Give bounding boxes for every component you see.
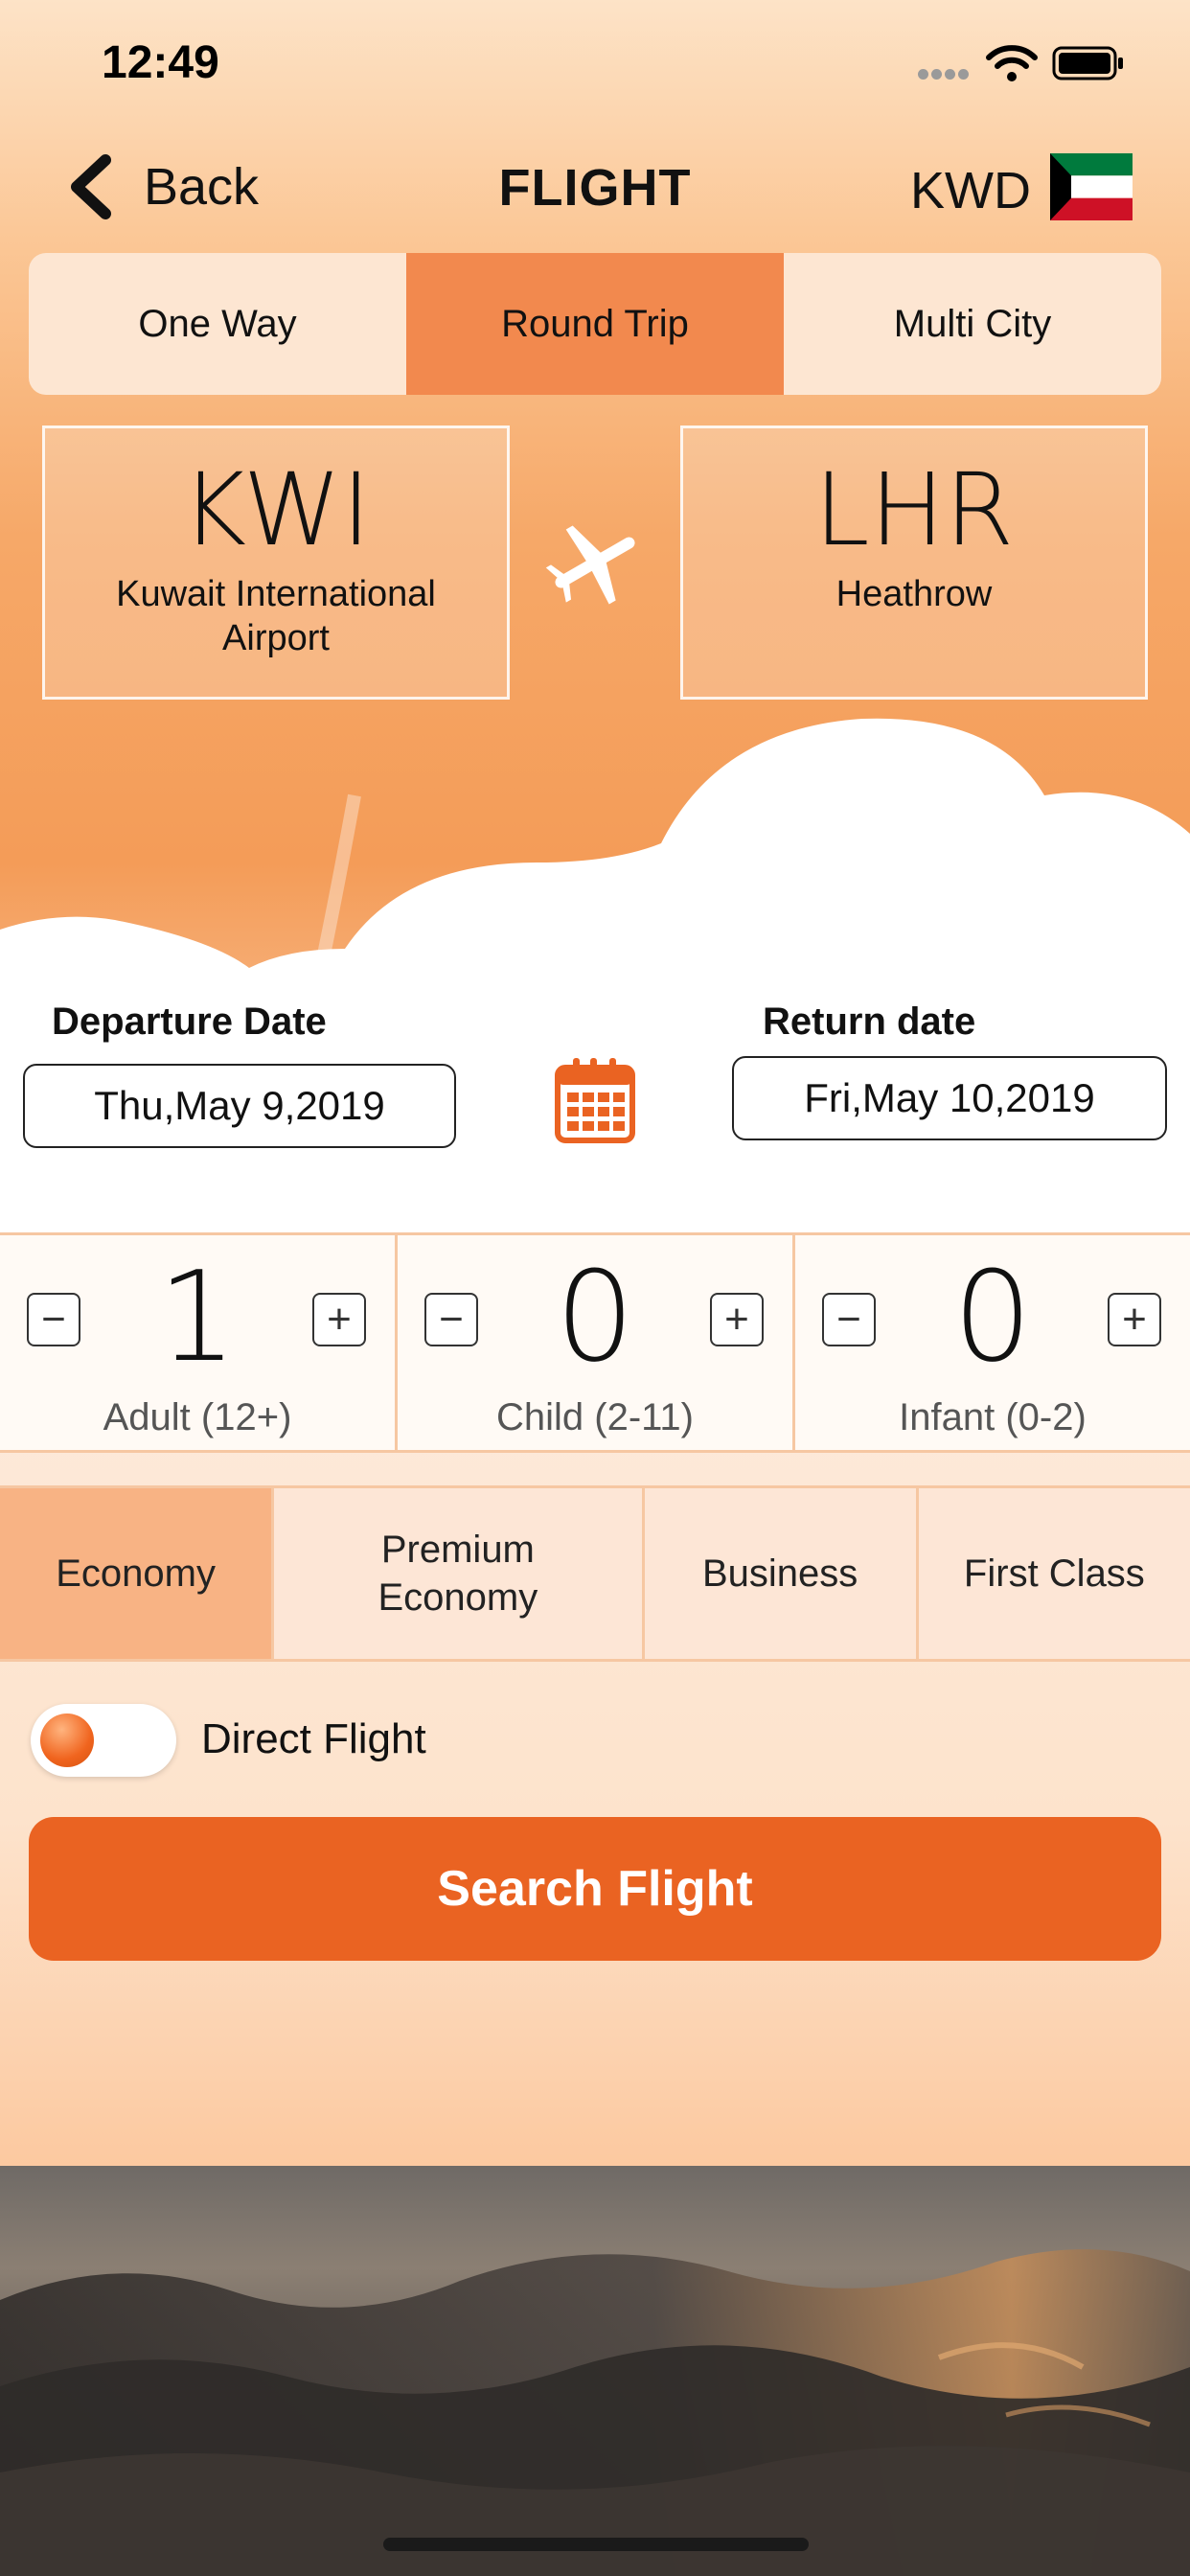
direct-flight-label: Direct Flight <box>201 1715 426 1762</box>
destination-airport-card[interactable]: LHR Heathrow <box>680 426 1148 700</box>
infant-label: Infant (0-2) <box>899 1396 1087 1438</box>
kuwait-flag-icon[interactable] <box>1050 153 1133 220</box>
status-time: 12:49 <box>102 37 219 88</box>
cabin-economy[interactable]: Economy <box>0 1488 275 1659</box>
child-increment-button[interactable]: + <box>710 1293 764 1346</box>
adult-counter: − 1 + Adult (12+) <box>0 1235 398 1450</box>
infant-increment-button[interactable]: + <box>1108 1293 1161 1346</box>
ocean-background-image <box>0 2166 1190 2576</box>
search-flight-button[interactable]: Search Flight <box>29 1817 1161 1961</box>
airplane-icon <box>545 525 635 605</box>
home-indicator <box>383 2538 809 2551</box>
tab-one-way[interactable]: One Way <box>29 253 406 395</box>
status-bar: 12:49 <box>0 0 1190 134</box>
signal-icon <box>918 67 973 82</box>
adult-label: Adult (12+) <box>103 1396 292 1438</box>
origin-code: KWI <box>181 451 371 568</box>
child-counter: − 0 + Child (2-11) <box>398 1235 795 1450</box>
battery-icon <box>1052 46 1123 80</box>
destination-code: LHR <box>813 451 1015 568</box>
cabin-first-class[interactable]: First Class <box>919 1488 1190 1659</box>
wifi-icon <box>986 45 1038 81</box>
currency-selector[interactable]: KWD <box>910 161 1031 220</box>
direct-flight-toggle[interactable] <box>31 1704 176 1777</box>
tab-multi-city[interactable]: Multi City <box>784 253 1161 395</box>
tab-round-trip[interactable]: Round Trip <box>406 253 784 395</box>
cloud-illustration <box>0 718 1190 1265</box>
passenger-counters: − 1 + Adult (12+) − 0 + Child (2-11) − 0… <box>0 1232 1190 1453</box>
return-date-label: Return date <box>763 1000 976 1043</box>
return-date-field[interactable]: Fri,May 10,2019 <box>732 1056 1167 1140</box>
cabin-class-selector: Economy Premium Economy Business First C… <box>0 1485 1190 1662</box>
child-label: Child (2-11) <box>496 1396 694 1438</box>
calendar-icon[interactable] <box>554 1056 636 1144</box>
adult-increment-button[interactable]: + <box>312 1293 366 1346</box>
destination-name: Heathrow <box>835 574 993 614</box>
flight-search-screen: 12:49 Back FLIGHT KWD One Way Round Trip… <box>0 0 1190 2576</box>
infant-counter: − 0 + Infant (0-2) <box>795 1235 1190 1450</box>
cabin-premium-economy[interactable]: Premium Economy <box>274 1488 645 1659</box>
toggle-knob <box>40 1714 94 1767</box>
trip-type-tabs: One Way Round Trip Multi City <box>29 253 1161 395</box>
cabin-business[interactable]: Business <box>645 1488 919 1659</box>
origin-name: Kuwait International Airport <box>116 574 436 658</box>
departure-date-label: Departure Date <box>52 1000 327 1043</box>
origin-airport-card[interactable]: KWI Kuwait International Airport <box>42 426 510 700</box>
departure-date-field[interactable]: Thu,May 9,2019 <box>23 1064 456 1148</box>
